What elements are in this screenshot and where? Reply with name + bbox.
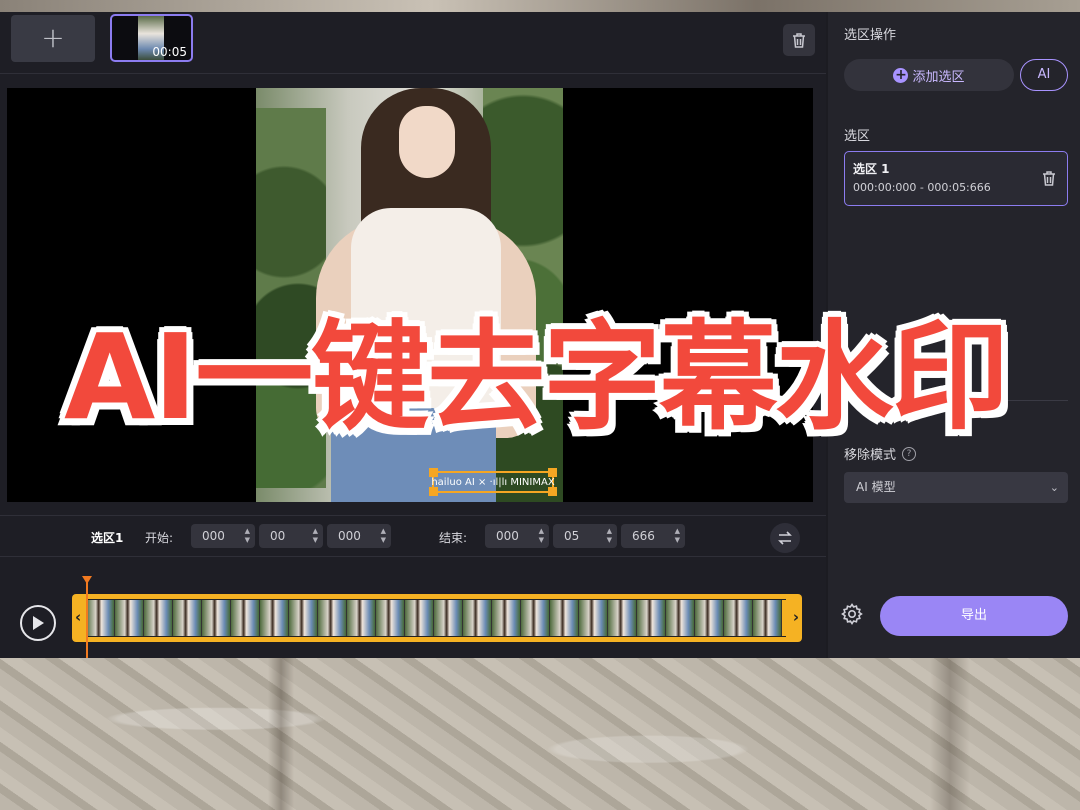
filmstrip-frame <box>579 600 608 636</box>
stepper-arrows-icon[interactable]: ▲ ▼ <box>313 527 318 545</box>
filmstrip-frame <box>173 600 202 636</box>
filmstrip-frame <box>318 600 347 636</box>
gear-icon <box>841 603 863 625</box>
add-selection-label: 添加选区 <box>912 69 965 85</box>
filmstrip-frame <box>550 600 579 636</box>
filmstrip-frame <box>434 600 463 636</box>
person-face <box>399 106 455 178</box>
removal-mode-select[interactable]: AI 模型 ⌄ <box>844 472 1068 503</box>
swap-icon <box>778 531 792 545</box>
resize-handle-bottom-left[interactable] <box>429 487 438 496</box>
trim-handle-right[interactable]: › <box>793 608 799 626</box>
filmstrip-frame <box>86 600 115 636</box>
selection-name: 选区1 <box>91 531 124 545</box>
filmstrip-frame <box>289 600 318 636</box>
trash-icon <box>1043 171 1055 186</box>
overlay-headline: AI一键去字幕水印 <box>64 308 1009 446</box>
filmstrip-frame <box>231 600 260 636</box>
start-seconds-input[interactable]: 00 ▲ ▼ <box>259 524 323 548</box>
filmstrip <box>86 599 786 637</box>
delete-clip-button[interactable] <box>783 24 815 56</box>
filmstrip-frame <box>115 600 144 636</box>
selection-item-range: 000:00:000 - 000:05:666 <box>853 181 991 194</box>
filmstrip-frame <box>144 600 173 636</box>
watermark-selection-box[interactable]: hailuo AI × ·ıl|lı MINIMAX <box>429 468 557 496</box>
add-selection-button[interactable]: + 添加选区 <box>844 59 1014 91</box>
end-label: 结束: <box>439 531 468 545</box>
filmstrip-frame <box>492 600 521 636</box>
resize-handle-top-left[interactable] <box>429 468 438 477</box>
selection-operations-title: 选区操作 <box>844 28 897 43</box>
start-minutes-input[interactable]: 000 ▲ ▼ <box>191 524 255 548</box>
trim-handle-left[interactable]: ‹ <box>75 608 81 626</box>
start-label: 开始: <box>145 531 174 545</box>
chevron-down-icon: ⌄ <box>1049 481 1059 494</box>
filmstrip-frame <box>376 600 405 636</box>
stepper-arrows-icon[interactable]: ▲ ▼ <box>381 527 386 545</box>
background-photo-top <box>0 0 1080 12</box>
plus-icon: + <box>893 66 909 83</box>
trash-icon <box>793 32 805 48</box>
playhead[interactable] <box>86 578 88 658</box>
selection-item[interactable]: 选区 1 000:00:000 - 000:05:666 <box>844 151 1068 206</box>
filmstrip-frame <box>405 600 434 636</box>
export-button[interactable]: 导出 <box>880 596 1068 636</box>
selection-item-name: 选区 1 <box>853 162 890 176</box>
timeline: ‹ › <box>0 558 826 658</box>
timeline-track[interactable]: ‹ › <box>72 594 802 642</box>
filmstrip-frame <box>202 600 231 636</box>
filmstrip-frame <box>724 600 753 636</box>
play-button[interactable] <box>20 605 56 641</box>
resize-handle-top-right[interactable] <box>548 468 557 477</box>
filmstrip-frame <box>347 600 376 636</box>
filmstrip-frame <box>637 600 666 636</box>
delete-selection-button[interactable] <box>1041 170 1057 191</box>
stepper-arrows-icon[interactable]: ▲ ▼ <box>245 527 250 545</box>
media-toolbar: + 00:05 <box>0 12 826 74</box>
filmstrip-frame <box>666 600 695 636</box>
selection-time-editor: 选区1 开始: 000 ▲ ▼ 00 ▲ ▼ 000 ▲ ▼ 结束: 000 ▲ ▼ 05 ▲ ▼ … <box>0 515 826 557</box>
background-photo-bottom <box>0 658 1080 810</box>
filmstrip-frame <box>608 600 637 636</box>
filmstrip-frame <box>260 600 289 636</box>
fabric-fold <box>268 658 294 810</box>
end-milliseconds-input[interactable]: 666 ▲ ▼ <box>621 524 685 548</box>
stepper-arrows-icon[interactable]: ▲ ▼ <box>675 527 680 545</box>
ai-detect-button[interactable]: AI <box>1020 59 1068 91</box>
stepper-arrows-icon[interactable]: ▲ ▼ <box>539 527 544 545</box>
watermark-text: hailuo AI × ·ıl|lı MINIMAX <box>431 476 555 488</box>
end-seconds-input[interactable]: 05 ▲ ▼ <box>553 524 617 548</box>
swap-button[interactable] <box>770 523 800 553</box>
selections-title: 选区 <box>844 129 871 144</box>
fabric-fold <box>930 658 970 810</box>
settings-button[interactable] <box>840 602 864 630</box>
end-minutes-input[interactable]: 000 ▲ ▼ <box>485 524 549 548</box>
filmstrip-frame <box>521 600 550 636</box>
resize-handle-bottom-right[interactable] <box>548 487 557 496</box>
clip-duration: 00:05 <box>152 45 187 59</box>
clip-thumbnail[interactable]: 00:05 <box>110 14 193 62</box>
add-media-button[interactable]: + <box>11 15 95 62</box>
stepper-arrows-icon[interactable]: ▲ ▼ <box>607 527 612 545</box>
filmstrip-frame <box>695 600 724 636</box>
play-icon <box>33 616 44 630</box>
filmstrip-frame <box>463 600 492 636</box>
start-milliseconds-input[interactable]: 000 ▲ ▼ <box>327 524 391 548</box>
filmstrip-frame <box>753 600 782 636</box>
